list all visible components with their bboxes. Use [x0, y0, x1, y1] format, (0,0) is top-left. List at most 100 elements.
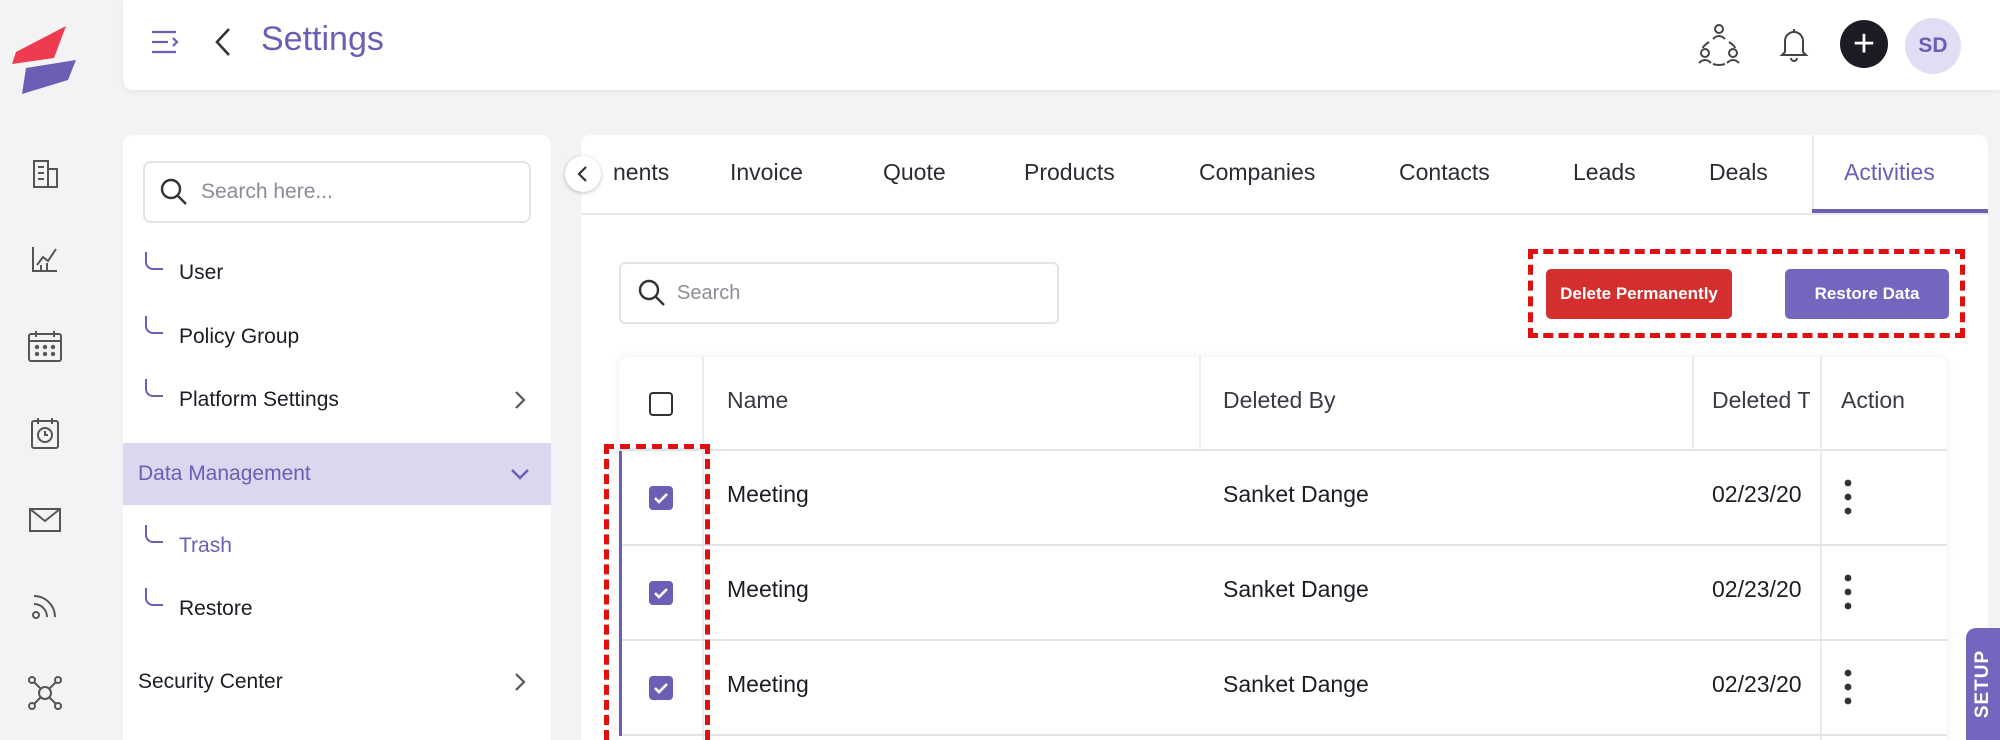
team-icon[interactable] — [1695, 20, 1743, 68]
cell-clip: 02/23/20 — [1712, 671, 1810, 701]
cell-clip: 02/23/20 — [1712, 576, 1810, 606]
tab-activities[interactable]: Activities — [1844, 159, 1935, 186]
side-search-box[interactable] — [143, 161, 531, 223]
tab-contacts[interactable]: Contacts — [1399, 159, 1490, 186]
module-tabs: nents Invoice Quote Products Companies C… — [581, 135, 1988, 215]
setup-tab-label: SETUP — [1972, 649, 1994, 719]
chevron-left-icon — [577, 166, 587, 182]
more-options-icon[interactable] — [1841, 667, 1855, 707]
building-icon[interactable] — [22, 150, 68, 196]
setup-tab[interactable]: SETUP — [1966, 628, 2000, 740]
left-rail — [0, 0, 110, 740]
table-header: Name Deleted By Deleted T Action — [619, 357, 1947, 451]
sidebar-item-security-center[interactable]: Security Center — [123, 651, 551, 713]
branch-connector — [145, 316, 163, 334]
column-header-deleted-by[interactable]: Deleted By — [1223, 387, 1336, 414]
cell-deleted-by: Sanket Dange — [1223, 576, 1369, 602]
tab-deals[interactable]: Deals — [1709, 159, 1768, 186]
network-icon[interactable] — [22, 670, 68, 716]
check-icon — [654, 683, 668, 694]
sidebar-item-trash[interactable]: Trash — [123, 515, 551, 577]
row-accent — [619, 546, 622, 641]
sidebar-item-label: Data Management — [138, 462, 311, 485]
row-checkbox[interactable] — [649, 581, 673, 605]
main-content: nents Invoice Quote Products Companies C… — [581, 135, 1988, 740]
search-icon — [160, 178, 187, 205]
active-tab-indicator — [1812, 209, 1988, 213]
branch-connector — [145, 525, 163, 543]
sidebar-item-user[interactable]: User — [123, 242, 551, 304]
mail-icon[interactable] — [22, 497, 68, 543]
cell-deleted-time: 02/23/20 — [1712, 671, 1802, 697]
column-header-name[interactable]: Name — [727, 387, 788, 414]
side-search-input[interactable] — [201, 180, 501, 204]
top-header: Settings + SD — [123, 0, 2000, 90]
column-separator — [1692, 357, 1694, 451]
brand-logo — [12, 26, 76, 94]
delete-permanently-button[interactable]: Delete Permanently — [1546, 269, 1732, 319]
sidebar-item-label: Platform Settings — [179, 388, 339, 411]
sidebar-item-label: User — [179, 261, 224, 284]
bell-icon[interactable] — [1770, 20, 1818, 68]
back-arrow-icon[interactable] — [209, 25, 237, 59]
feed-icon[interactable] — [22, 583, 68, 629]
column-header-action: Action — [1841, 387, 1905, 413]
sidebar-item-data-management[interactable]: Data Management — [123, 443, 551, 505]
sidebar-item-restore[interactable]: Restore — [123, 578, 551, 640]
tab-quote[interactable]: Quote — [883, 159, 946, 186]
select-all-checkbox[interactable] — [649, 392, 673, 416]
cell-deleted-time: 02/23/20 — [1712, 576, 1802, 602]
table-search-input[interactable] — [677, 281, 1037, 305]
sidebar-item-label: Policy Group — [179, 325, 300, 348]
table-search-box[interactable] — [619, 262, 1059, 324]
restore-data-button[interactable]: Restore Data — [1785, 269, 1949, 319]
avatar[interactable]: SD — [1905, 18, 1961, 74]
table-row[interactable]: Meeting Sanket Dange 02/23/20 — [619, 451, 1947, 546]
schedule-icon[interactable] — [22, 410, 68, 456]
add-icon[interactable]: + — [1840, 20, 1888, 68]
sidebar-item-policy-group[interactable]: Policy Group — [123, 306, 551, 368]
chevron-down-icon — [511, 469, 529, 480]
more-options-icon[interactable] — [1841, 477, 1855, 517]
column-separator — [1199, 357, 1201, 451]
more-options-icon[interactable] — [1841, 572, 1855, 612]
page-title: Settings — [261, 20, 384, 58]
cell-name: Meeting — [727, 576, 809, 602]
collapse-panel-button[interactable] — [565, 156, 601, 192]
menu-toggle-icon[interactable] — [149, 26, 181, 58]
row-checkbox[interactable] — [649, 486, 673, 510]
sidebar-item-label: Security Center — [138, 670, 283, 693]
chevron-right-icon — [515, 673, 526, 691]
settings-side-panel: User Policy Group Platform Settings Data… — [123, 135, 551, 740]
analytics-icon[interactable] — [22, 236, 68, 282]
cell-name: Meeting — [727, 481, 809, 507]
sidebar-item-label: Restore — [179, 597, 253, 620]
trash-table: Name Deleted By Deleted T Action Meeting… — [619, 357, 1947, 740]
calendar-icon[interactable] — [22, 323, 68, 369]
tab-invoice[interactable]: Invoice — [730, 159, 803, 186]
check-icon — [654, 588, 668, 599]
check-icon — [654, 493, 668, 504]
column-header-deleted-time[interactable]: Deleted T — [1712, 387, 1810, 414]
tab-documents[interactable]: nents — [613, 159, 669, 186]
row-accent — [619, 641, 622, 736]
chevron-right-icon — [515, 391, 526, 409]
cell-deleted-by: Sanket Dange — [1223, 481, 1369, 507]
cell-deleted-by: Sanket Dange — [1223, 671, 1369, 697]
sidebar-item-label: Trash — [179, 534, 232, 557]
tab-leads[interactable]: Leads — [1573, 159, 1636, 186]
branch-connector — [145, 588, 163, 606]
cell-deleted-time: 02/23/20 — [1712, 481, 1802, 507]
row-accent — [619, 451, 622, 546]
table-row[interactable]: Meeting Sanket Dange 02/23/20 — [619, 546, 1947, 641]
tab-products[interactable]: Products — [1024, 159, 1115, 186]
cell-clip: 02/23/20 — [1712, 481, 1810, 511]
table-row[interactable]: Meeting Sanket Dange 02/23/20 — [619, 641, 1947, 736]
cell-name: Meeting — [727, 671, 809, 697]
tab-divider — [1812, 135, 1814, 215]
tab-companies[interactable]: Companies — [1199, 159, 1315, 186]
column-header-clip: Deleted T — [1712, 387, 1810, 417]
branch-connector — [145, 379, 163, 397]
sidebar-item-platform-settings[interactable]: Platform Settings — [123, 369, 551, 431]
row-checkbox[interactable] — [649, 676, 673, 700]
